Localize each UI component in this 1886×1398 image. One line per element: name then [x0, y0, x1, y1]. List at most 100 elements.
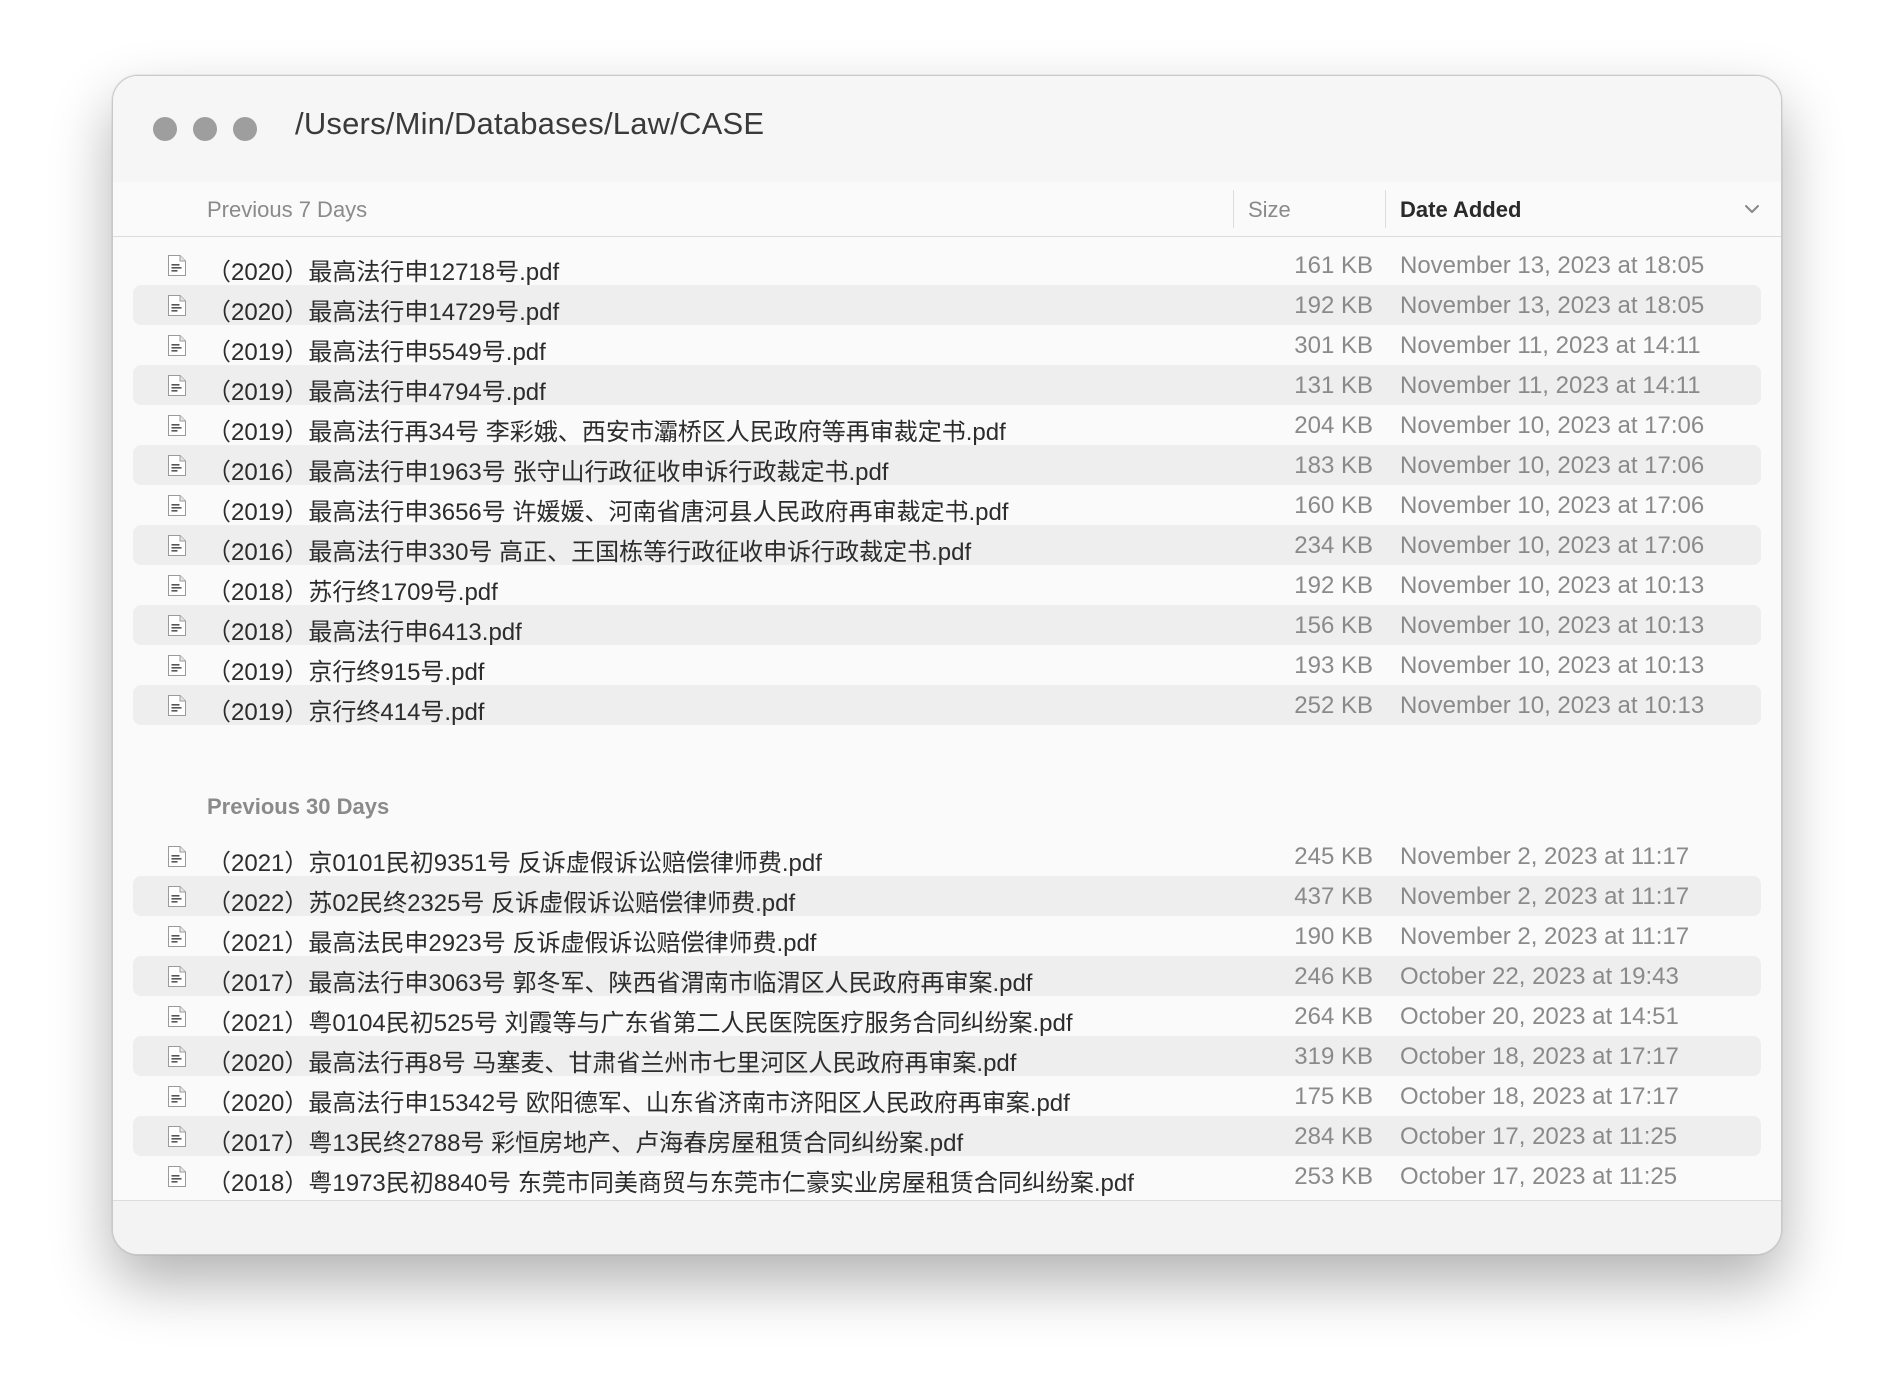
file-row[interactable]: （2020）最高法行申15342号 欧阳德军、山东省济南市济阳区人民政府再审案.…: [133, 1076, 1761, 1117]
file-name: （2017）最高法行申3063号 郭冬军、陕西省渭南市临渭区人民政府再审案.pd…: [207, 970, 1033, 997]
file-row[interactable]: （2018）粤1973民初8840号 东莞市同美商贸与东莞市仁豪实业房屋租赁合同…: [133, 1156, 1761, 1197]
file-row[interactable]: （2018）最高法行申6413.pdf 156 KB November 10, 20…: [133, 605, 1761, 646]
file-name: （2021）京0101民初9351号 反诉虚假诉讼赔偿律师费.pdf: [207, 850, 822, 877]
file-name: （2019）最高法行申5549号.pdf: [207, 339, 546, 366]
file-row[interactable]: （2016）最高法行申1963号 张守山行政征收申诉行政裁定书.pdf 183 K…: [133, 445, 1761, 486]
file-size: 252 KB: [1294, 692, 1373, 719]
file-size: 183 KB: [1294, 452, 1373, 479]
group-label-previous-30-days: Previous 30 Days: [207, 794, 390, 819]
file-row[interactable]: （2022）苏02民终2325号 反诉虚假诉讼赔偿律师费.pdf 437 KB No…: [133, 876, 1761, 917]
close-window-button[interactable]: [153, 117, 177, 141]
pdf-file-icon: [168, 1046, 186, 1067]
file-size: 253 KB: [1294, 1163, 1373, 1190]
minimize-window-button[interactable]: [193, 117, 217, 141]
file-size: 160 KB: [1294, 492, 1373, 519]
file-name: （2017）粤13民终2788号 彩恒房地产、卢海春房屋租赁合同纠纷案.pdf: [207, 1130, 964, 1157]
file-row[interactable]: （2019）京行终414号.pdf 252 KB November 10, 2023…: [133, 685, 1761, 726]
file-size: 437 KB: [1294, 883, 1373, 910]
file-row[interactable]: （2019）最高法行申4794号.pdf 131 KB November 11, 2…: [133, 365, 1761, 406]
column-header-name[interactable]: Previous 7 Days: [207, 197, 367, 223]
window-title: /Users/Min/Databases/Law/CASE: [295, 106, 765, 141]
file-row[interactable]: （2016）最高法行申330号 高正、王国栋等行政征收申诉行政裁定书.pdf 23…: [133, 525, 1761, 566]
pdf-file-icon: [168, 415, 186, 436]
file-name: （2019）最高法行申3656号 许媛媛、河南省唐河县人民政府再审裁定书.pdf: [207, 499, 1009, 526]
column-divider[interactable]: [1233, 190, 1234, 228]
column-divider[interactable]: [1385, 190, 1386, 228]
file-size: 192 KB: [1294, 292, 1373, 319]
status-bar: [113, 1200, 1781, 1254]
pdf-file-icon: [168, 295, 186, 316]
file-size: 204 KB: [1294, 412, 1373, 439]
file-name: （2021）最高法民申2923号 反诉虚假诉讼赔偿律师费.pdf: [207, 930, 817, 957]
file-date-added: November 10, 2023 at 10:13: [1400, 612, 1705, 639]
file-row[interactable]: （2020）最高法行申14729号.pdf 192 KB November 13, …: [133, 285, 1761, 326]
file-name: （2020）最高法行再8号 马塞麦、甘肃省兰州市七里河区人民政府再审案.pdf: [207, 1050, 1017, 1077]
file-name: （2018）苏行终1709号.pdf: [207, 579, 498, 606]
file-name: （2016）最高法行申1963号 张守山行政征收申诉行政裁定书.pdf: [207, 459, 889, 486]
file-date-added: November 11, 2023 at 14:11: [1400, 332, 1701, 359]
pdf-file-icon: [168, 886, 186, 907]
pdf-file-icon: [168, 535, 186, 556]
file-size: 234 KB: [1294, 532, 1373, 559]
file-date-added: November 13, 2023 at 18:05: [1400, 292, 1705, 319]
file-size: 190 KB: [1294, 923, 1373, 950]
pdf-file-icon: [168, 335, 186, 356]
pdf-file-icon: [168, 966, 186, 987]
file-date-added: November 10, 2023 at 17:06: [1400, 492, 1705, 519]
file-row[interactable]: （2021）京0101民初9351号 反诉虚假诉讼赔偿律师费.pdf 245 KB…: [133, 836, 1761, 877]
pdf-file-icon: [168, 1126, 186, 1147]
pdf-file-icon: [168, 255, 186, 276]
file-row[interactable]: （2019）最高法行再34号 李彩娥、西安市灞桥区人民政府等再审裁定书.pdf 2…: [133, 405, 1761, 446]
file-row[interactable]: （2018）苏行终1709号.pdf 192 KB November 10, 202…: [133, 565, 1761, 606]
finder-window: /Users/Min/Databases/Law/CASE Previous 7…: [112, 75, 1782, 1255]
file-list-previous-30-days: （2021）京0101民初9351号 反诉虚假诉讼赔偿律师费.pdf 245 KB…: [133, 836, 1761, 1197]
file-row[interactable]: （2019）最高法行申3656号 许媛媛、河南省唐河县人民政府再审裁定书.pdf…: [133, 485, 1761, 526]
pdf-file-icon: [168, 695, 186, 716]
pdf-file-icon: [168, 455, 186, 476]
file-date-added: November 10, 2023 at 17:06: [1400, 532, 1705, 559]
file-date-added: November 10, 2023 at 10:13: [1400, 692, 1705, 719]
file-size: 246 KB: [1294, 963, 1373, 990]
file-date-added: November 10, 2023 at 17:06: [1400, 412, 1705, 439]
file-size: 156 KB: [1294, 612, 1373, 639]
file-row[interactable]: （2021）粤0104民初525号 刘霞等与广东省第二人民医院医疗服务合同纠纷案…: [133, 996, 1761, 1037]
column-header-date-added[interactable]: Date Added: [1400, 197, 1521, 223]
pdf-file-icon: [168, 575, 186, 596]
chevron-down-icon[interactable]: [1743, 200, 1761, 218]
file-date-added: October 17, 2023 at 11:25: [1400, 1163, 1678, 1190]
file-name: （2019）最高法行申4794号.pdf: [207, 379, 546, 406]
file-row[interactable]: （2017）粤13民终2788号 彩恒房地产、卢海春房屋租赁合同纠纷案.pdf 2…: [133, 1116, 1761, 1157]
file-date-added: November 2, 2023 at 11:17: [1400, 843, 1690, 870]
file-date-added: October 17, 2023 at 11:25: [1400, 1123, 1678, 1150]
file-date-added: November 10, 2023 at 10:13: [1400, 652, 1705, 679]
file-name: （2018）最高法行申6413.pdf: [207, 619, 522, 646]
file-size: 193 KB: [1294, 652, 1373, 679]
file-row[interactable]: （2019）京行终915号.pdf 193 KB November 10, 2023…: [133, 645, 1761, 686]
column-header-bar: Previous 7 Days Size Date Added: [113, 182, 1781, 237]
pdf-file-icon: [168, 615, 186, 636]
file-size: 284 KB: [1294, 1123, 1373, 1150]
file-size: 301 KB: [1294, 332, 1373, 359]
file-size: 319 KB: [1294, 1043, 1373, 1070]
file-name: （2021）粤0104民初525号 刘霞等与广东省第二人民医院医疗服务合同纠纷案…: [207, 1010, 1073, 1037]
file-date-added: October 18, 2023 at 17:17: [1400, 1083, 1679, 1110]
file-row[interactable]: （2019）最高法行申5549号.pdf 301 KB November 11, 2…: [133, 325, 1761, 366]
file-row[interactable]: （2017）最高法行申3063号 郭冬军、陕西省渭南市临渭区人民政府再审案.pd…: [133, 956, 1761, 997]
zoom-window-button[interactable]: [233, 117, 257, 141]
file-row[interactable]: （2020）最高法行再8号 马塞麦、甘肃省兰州市七里河区人民政府再审案.pdf 3…: [133, 1036, 1761, 1077]
file-size: 161 KB: [1294, 252, 1373, 279]
file-date-added: November 10, 2023 at 10:13: [1400, 572, 1705, 599]
file-name: （2019）京行终915号.pdf: [207, 659, 485, 686]
file-date-added: November 10, 2023 at 17:06: [1400, 452, 1705, 479]
file-row[interactable]: （2020）最高法行申12718号.pdf 161 KB November 13, …: [133, 245, 1761, 286]
file-date-added: October 22, 2023 at 19:43: [1400, 963, 1679, 990]
file-name: （2019）最高法行再34号 李彩娥、西安市灞桥区人民政府等再审裁定书.pdf: [207, 419, 1006, 446]
file-name: （2018）粤1973民初8840号 东莞市同美商贸与东莞市仁豪实业房屋租赁合同…: [207, 1170, 1134, 1197]
column-header-size[interactable]: Size: [1248, 197, 1291, 223]
file-date-added: November 13, 2023 at 18:05: [1400, 252, 1705, 279]
pdf-file-icon: [168, 495, 186, 516]
file-size: 192 KB: [1294, 572, 1373, 599]
file-size: 175 KB: [1294, 1083, 1373, 1110]
file-date-added: October 20, 2023 at 14:51: [1400, 1003, 1679, 1030]
file-row[interactable]: （2021）最高法民申2923号 反诉虚假诉讼赔偿律师费.pdf 190 KB No…: [133, 916, 1761, 957]
